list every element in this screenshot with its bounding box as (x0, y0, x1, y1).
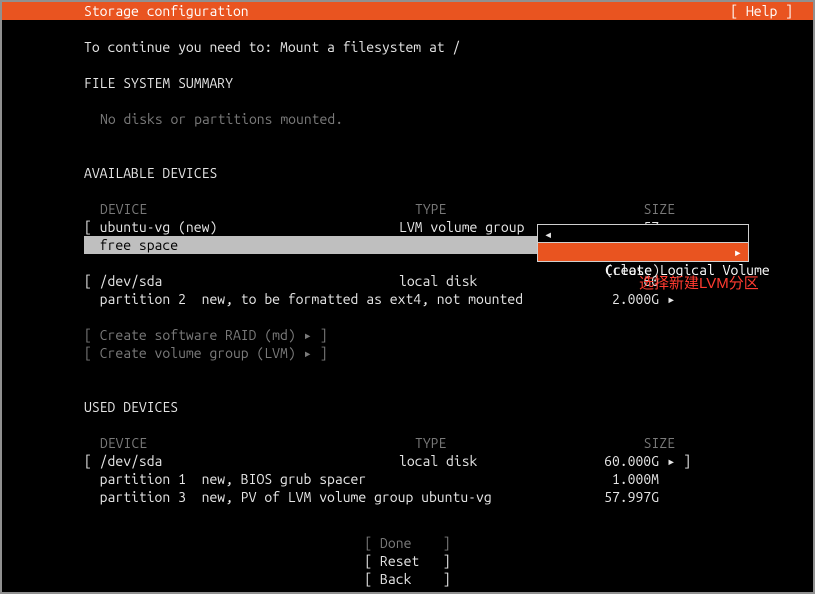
triangle-left-icon: ◂ (544, 225, 552, 243)
col-device: DEVICE (84, 434, 415, 452)
col-device: DEVICE (84, 200, 415, 218)
help-button[interactable]: [ Help ] (730, 2, 793, 20)
available-columns: DEVICE TYPE SIZE (84, 200, 731, 218)
used-row-partition-3[interactable]: partition 3 new, PV of LVM volume group … (84, 488, 731, 506)
used-heading: USED DEVICES (84, 398, 731, 416)
col-type: TYPE (415, 200, 605, 218)
available-heading: AVAILABLE DEVICES (84, 164, 731, 182)
reset-button[interactable]: [ Reset ] (2, 552, 813, 570)
title-bar: Storage configuration [ Help ] (2, 2, 813, 20)
col-type: TYPE (415, 434, 605, 452)
used-row-dev-sda[interactable]: [ /dev/sda local disk 60.000G ▸ ] (84, 452, 731, 470)
window-title: Storage configuration (84, 3, 249, 19)
fs-summary-heading: FILE SYSTEM SUMMARY (84, 74, 731, 92)
col-size: SIZE (605, 200, 675, 218)
available-row-partition-2[interactable]: partition 2 new, to be formatted as ext4… (84, 290, 731, 308)
footer: [ Done ] [ Reset ] [ Back ] (2, 534, 813, 588)
menu-close[interactable]: ◂ (close) (538, 225, 748, 243)
fs-summary-empty: No disks or partitions mounted. (84, 110, 731, 128)
menu-create-logical-volume[interactable]: Create Logical Volume ▸ (537, 242, 749, 262)
annotation-label: 选择新建LVM分区 (639, 274, 759, 294)
triangle-right-icon: ▸ (734, 243, 742, 261)
create-raid-button[interactable]: [ Create software RAID (md) ▸ ] (84, 326, 731, 344)
back-button[interactable]: [ Back ] (2, 570, 813, 588)
col-size: SIZE (605, 434, 675, 452)
done-button[interactable]: [ Done ] (2, 534, 813, 552)
used-row-partition-1[interactable]: partition 1 new, BIOS grub spacer 1.000M (84, 470, 731, 488)
create-vg-button[interactable]: [ Create volume group (LVM) ▸ ] (84, 344, 731, 362)
intro-text: To continue you need to: Mount a filesys… (84, 38, 731, 56)
chevron-right-icon: ▸ ] (659, 452, 697, 470)
used-columns: DEVICE TYPE SIZE (84, 434, 731, 452)
context-menu: ◂ (close) Create Logical Volume ▸ (537, 224, 749, 262)
